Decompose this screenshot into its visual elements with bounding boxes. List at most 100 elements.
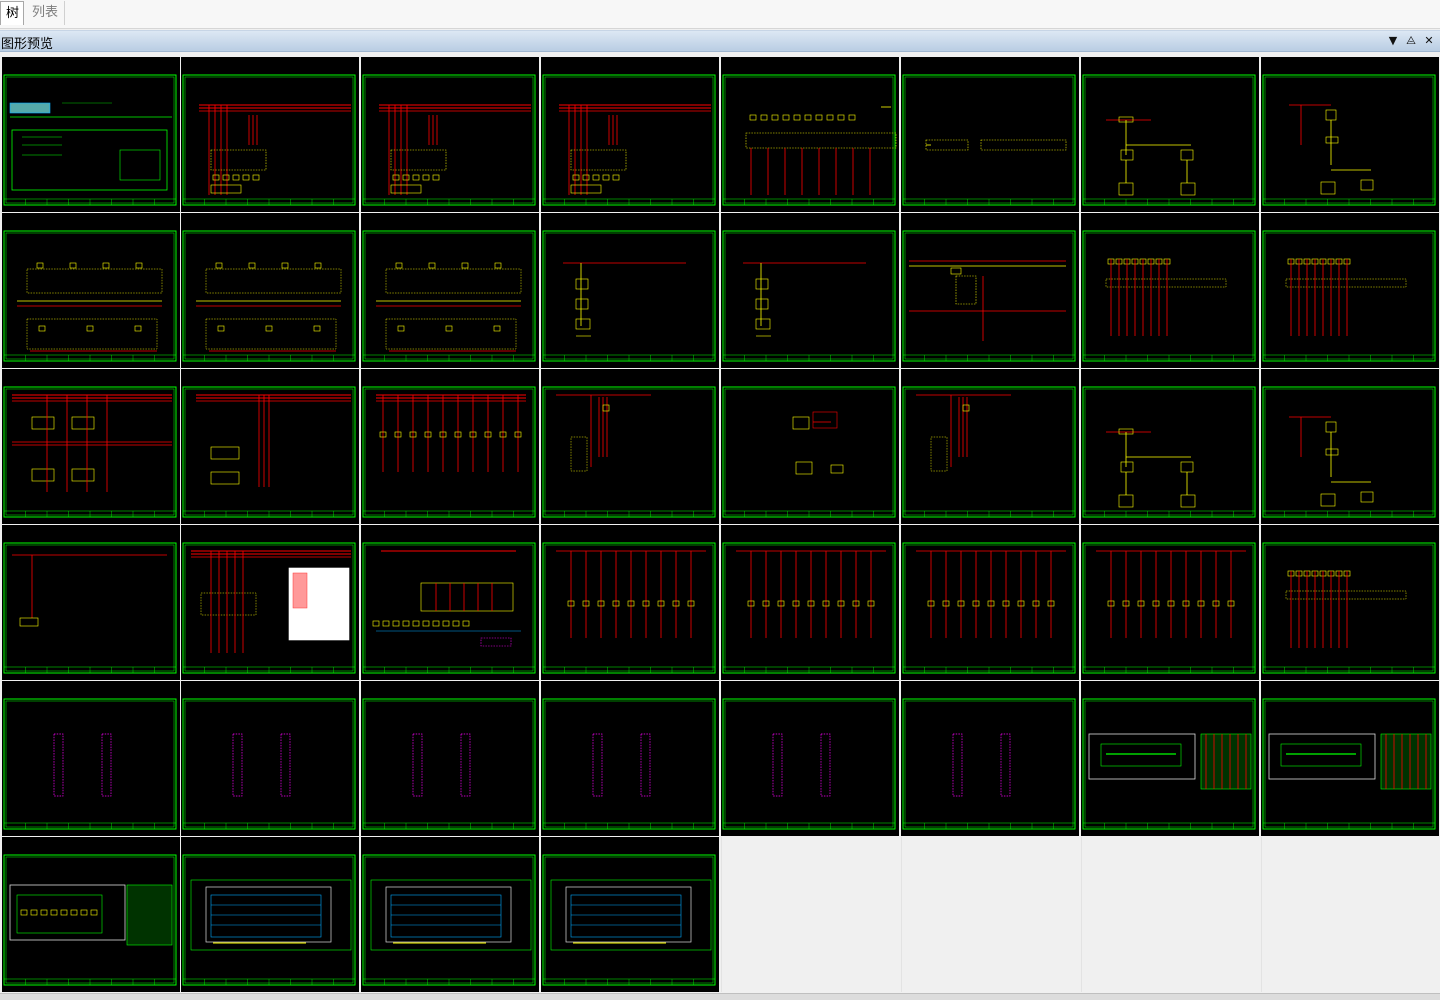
empty-slot	[1261, 837, 1439, 992]
drawing-thumbnail-20[interactable]	[541, 369, 719, 524]
drawing-thumbnail-13[interactable]	[721, 213, 899, 368]
drawing-preview	[182, 542, 356, 674]
drawing-preview	[1082, 542, 1256, 674]
drawing-thumbnail-25[interactable]	[2, 525, 180, 680]
drawing-thumbnail-23[interactable]	[1081, 369, 1259, 524]
drawing-thumbnail-32[interactable]	[1261, 525, 1439, 680]
drawing-preview	[362, 230, 536, 362]
empty-slot	[901, 837, 1079, 992]
drawing-preview	[3, 386, 177, 518]
drawing-thumbnail-42[interactable]	[181, 837, 359, 992]
drawing-preview	[1262, 542, 1436, 674]
drawing-preview	[722, 230, 896, 362]
drawing-thumbnail-36[interactable]	[541, 681, 719, 836]
drawing-preview	[182, 74, 356, 206]
drawing-preview	[902, 74, 1076, 206]
drawing-preview	[1082, 74, 1256, 206]
drawing-preview	[362, 386, 536, 518]
drawing-thumbnail-27[interactable]	[361, 525, 539, 680]
drawing-preview	[902, 542, 1076, 674]
drawing-preview	[3, 74, 177, 206]
drawing-thumbnail-29[interactable]	[721, 525, 899, 680]
drawing-thumbnail-1[interactable]	[2, 57, 180, 212]
view-tabs: 树 列表	[0, 0, 1440, 29]
drawing-thumbnail-7[interactable]	[1081, 57, 1259, 212]
drawing-preview	[3, 230, 177, 362]
drawing-thumbnail-38[interactable]	[901, 681, 1079, 836]
drawing-thumbnail-39[interactable]	[1081, 681, 1259, 836]
drawing-preview	[362, 542, 536, 674]
drawing-preview	[722, 74, 897, 206]
drawing-preview	[1262, 230, 1436, 362]
drawing-preview	[542, 386, 716, 518]
drawing-thumbnail-14[interactable]	[901, 213, 1079, 368]
drawing-thumbnail-10[interactable]	[181, 213, 359, 368]
drawing-thumbnail-31[interactable]	[1081, 525, 1259, 680]
drawing-preview	[362, 698, 536, 830]
drawing-thumbnail-35[interactable]	[361, 681, 539, 836]
drawing-preview	[902, 698, 1076, 830]
drawing-preview	[182, 698, 356, 830]
drawing-thumbnail-30[interactable]	[901, 525, 1079, 680]
drawing-thumbnail-19[interactable]	[361, 369, 539, 524]
drawing-thumbnail-22[interactable]	[901, 369, 1079, 524]
drawing-thumbnail-8[interactable]	[1261, 57, 1439, 212]
drawing-thumbnail-16[interactable]	[1261, 213, 1439, 368]
drawing-preview	[182, 854, 356, 986]
panel-title: 图形预览	[1, 37, 54, 52]
drawing-thumbnail-17[interactable]	[2, 369, 180, 524]
drawing-preview	[1262, 698, 1436, 830]
drawing-preview	[3, 542, 177, 674]
drawing-thumbnail-9[interactable]	[2, 213, 180, 368]
drawing-thumbnail-24[interactable]	[1261, 369, 1439, 524]
empty-slot	[721, 837, 899, 992]
drawing-preview	[542, 230, 716, 362]
drawing-thumbnail-40[interactable]	[1261, 681, 1439, 836]
drawing-preview	[1082, 230, 1256, 362]
drawing-thumbnail-37[interactable]	[721, 681, 899, 836]
drawing-thumbnail-18[interactable]	[181, 369, 359, 524]
drawing-preview	[1082, 698, 1256, 830]
drawing-thumbnail-6[interactable]	[901, 57, 1079, 212]
drawing-thumbnail-4[interactable]	[541, 57, 719, 212]
drawing-preview	[182, 386, 356, 518]
thumbnail-grid	[0, 57, 1440, 993]
pin-icon[interactable]: ⨺	[1404, 34, 1418, 48]
drawing-preview	[362, 74, 536, 206]
drawing-thumbnail-34[interactable]	[181, 681, 359, 836]
drawing-thumbnail-41[interactable]	[2, 837, 180, 992]
dropdown-icon[interactable]: ▼	[1386, 34, 1400, 48]
drawing-preview	[3, 698, 177, 830]
drawing-preview	[722, 386, 896, 518]
empty-slot	[1081, 837, 1259, 992]
drawing-thumbnail-21[interactable]	[721, 369, 899, 524]
drawing-preview	[902, 230, 1076, 362]
drawing-preview	[722, 542, 896, 674]
drawing-thumbnail-44[interactable]	[541, 837, 719, 992]
drawing-thumbnail-15[interactable]	[1081, 213, 1259, 368]
drawing-preview	[902, 386, 1076, 518]
drawing-thumbnail-28[interactable]	[541, 525, 719, 680]
drawing-preview	[3, 854, 177, 986]
tab-tree[interactable]: 树	[0, 1, 24, 25]
drawing-preview	[542, 698, 716, 830]
close-icon[interactable]: ✕	[1422, 34, 1436, 48]
tab-list[interactable]: 列表	[27, 1, 65, 25]
drawing-thumbnail-43[interactable]	[361, 837, 539, 992]
drawing-preview	[1262, 74, 1436, 206]
drawing-thumbnail-11[interactable]	[361, 213, 539, 368]
drawing-thumbnail-26[interactable]	[181, 525, 359, 680]
drawing-preview	[1082, 386, 1256, 518]
drawing-thumbnail-2[interactable]	[181, 57, 359, 212]
drawing-preview	[722, 698, 896, 830]
drawing-preview	[182, 230, 356, 362]
drawing-thumbnail-12[interactable]	[541, 213, 719, 368]
drawing-thumbnail-33[interactable]	[2, 681, 180, 836]
drawing-preview	[1262, 386, 1436, 518]
drawing-preview	[542, 542, 716, 674]
drawing-thumbnail-5[interactable]	[721, 57, 899, 212]
drawing-preview	[542, 854, 716, 986]
drawing-preview	[542, 74, 716, 206]
drawing-preview	[362, 854, 536, 986]
drawing-thumbnail-3[interactable]	[361, 57, 539, 212]
